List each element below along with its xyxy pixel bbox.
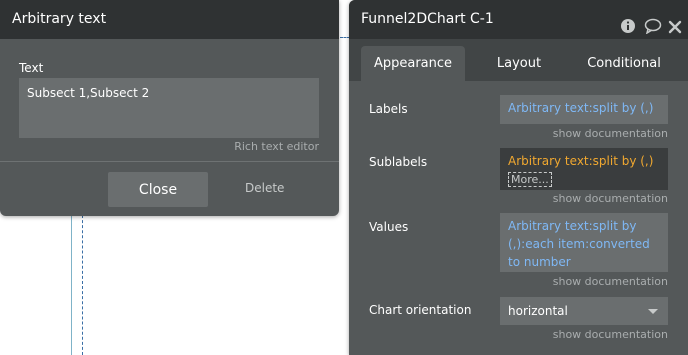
sublabels-expression[interactable]: Arbitrary text:split by (,) More... [500,148,668,190]
divider [0,161,339,162]
element-property-editor: Funnel2DChart C-1 Appearance Layout Cond… [349,0,688,355]
text-field-label: Text [19,61,44,75]
orientation-show-documentation[interactable]: show documentation [553,328,668,341]
tab-appearance[interactable]: Appearance [361,46,465,81]
more-button[interactable]: More... [508,172,552,187]
sublabels-expression-text: Arbitrary text:split by (,) [508,154,654,168]
tab-layout[interactable]: Layout [479,46,559,81]
popup-title: Arbitrary text [0,0,339,39]
sublabels-show-documentation[interactable]: show documentation [553,192,668,205]
close-icon[interactable] [668,11,684,34]
sublabels-property-label: Sublabels [369,155,428,169]
panel-title: Funnel2DChart C-1 [361,11,494,27]
rich-text-editor-link[interactable]: Rich text editor [234,140,319,153]
values-expression[interactable]: Arbitrary text:split by (,):each item:co… [500,213,668,272]
arbitrary-text-popup: Arbitrary text Text Subsect 1,Subsect 2 … [0,0,339,216]
text-input[interactable]: Subsect 1,Subsect 2 [19,78,319,138]
chart-orientation-dropdown[interactable]: horizontal [500,297,668,325]
chart-orientation-value: horizontal [508,304,568,318]
values-show-documentation[interactable]: show documentation [553,275,668,288]
comment-icon[interactable] [644,11,662,35]
canvas-element-outline [82,215,83,355]
labels-show-documentation[interactable]: show documentation [553,127,668,140]
chart-orientation-label: Chart orientation [369,303,472,317]
chevron-down-icon [648,309,658,314]
header-icons [620,11,684,35]
close-button[interactable]: Close [108,172,208,207]
canvas-guide-line [71,215,72,355]
property-tabs: Appearance Layout Conditional [349,39,688,81]
panel-header: Funnel2DChart C-1 [349,0,688,39]
labels-expression[interactable]: Arbitrary text:split by (,) [500,95,668,124]
labels-property-label: Labels [369,102,408,116]
values-property-label: Values [369,220,409,234]
delete-button[interactable]: Delete [245,181,284,195]
tab-conditional[interactable]: Conditional [577,46,671,81]
info-icon[interactable] [620,11,636,33]
